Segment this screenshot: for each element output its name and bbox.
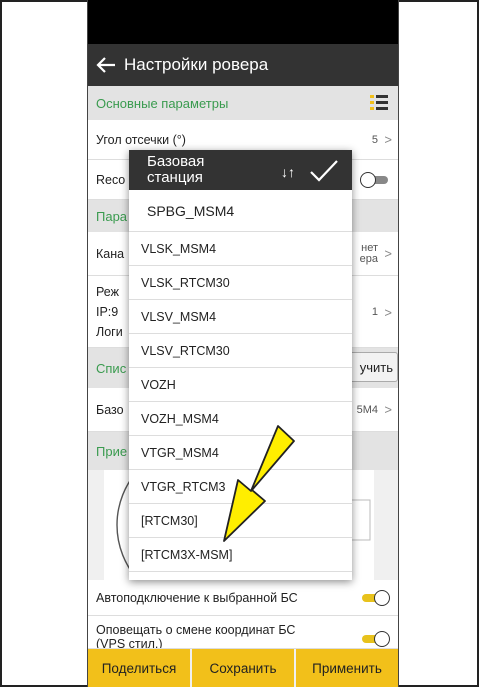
share-button[interactable]: Поделиться (88, 649, 190, 687)
bottom-action-bar: Поделиться Сохранить Применить (88, 649, 398, 687)
station-option[interactable]: [RTCM30] (129, 504, 352, 538)
section-main-label: Основные параметры (96, 95, 229, 111)
mode-label: Реж (96, 284, 119, 299)
channel-label: Кана (96, 246, 125, 261)
cutoff-angle-value: 5 (371, 133, 378, 146)
station-option[interactable]: VOZH_MSM4 (129, 402, 352, 436)
list-menu-icon[interactable] (370, 95, 388, 111)
save-button[interactable]: Сохранить (192, 649, 294, 687)
station-option[interactable]: VTGR_RTCM3 (129, 470, 352, 504)
chevron-right-icon: > (384, 305, 392, 320)
base-station-value: 5M4 (356, 403, 378, 416)
app-bar: Настройки ровера (88, 44, 398, 86)
station-option[interactable]: VLSV_RTCM30 (129, 334, 352, 368)
station-option[interactable]: [RTCM3X-MSM] (129, 538, 352, 572)
page-title: Настройки ровера (124, 55, 269, 74)
station-option[interactable]: VLSV_MSM4 (129, 300, 352, 334)
autoconnect-row[interactable]: Автоподключение к выбранной БС (88, 580, 398, 616)
autoconnect-toggle[interactable] (362, 589, 390, 606)
ip-label: IP:9 (96, 304, 119, 319)
station-option[interactable]: VOZH (129, 368, 352, 402)
chevron-right-icon: > (384, 132, 392, 147)
chevron-right-icon: > (384, 402, 392, 417)
station-option[interactable]: SPBG_MSM4 (129, 190, 352, 232)
notify-label: Оповещать о смене координат БС (96, 623, 296, 637)
section-receive-label: Прие (96, 443, 128, 459)
autoconnect-label: Автоподключение к выбранной БС (96, 590, 298, 605)
ip-value: 1 (371, 306, 378, 318)
base-station-dialog: Базовая станция ↓↑ SPBG_MSM4 VLSK_MSM4 VLS… (129, 150, 352, 580)
login-label: Логи (96, 324, 123, 339)
section-list-label: Спис (96, 360, 127, 376)
record-label: Reco (96, 172, 126, 187)
base-station-label: Базо (96, 402, 124, 417)
station-option[interactable]: VLSK_RTCM30 (129, 266, 352, 300)
back-arrow-icon[interactable] (88, 56, 124, 74)
dialog-header: Базовая станция ↓↑ (129, 150, 352, 190)
section-params-label: Пара (96, 208, 128, 224)
right-divider (398, 0, 399, 687)
sort-arrows-icon[interactable]: ↓↑ (281, 164, 295, 180)
apply-button[interactable]: Применить (296, 649, 398, 687)
status-bar (88, 0, 398, 44)
chevron-right-icon: > (384, 246, 392, 261)
cutoff-angle-label: Угол отсечки (°) (96, 132, 186, 147)
station-option[interactable]: VLSK_MSM4 (129, 232, 352, 266)
section-main-params: Основные параметры (88, 86, 398, 120)
phone-screen: Настройки ровера Основные параметры Угол… (88, 0, 398, 687)
record-toggle[interactable] (360, 171, 388, 188)
notify-sublabel: (VPS стил.) (96, 637, 163, 649)
notify-row[interactable]: Оповещать о смене координат БС (VPS стил… (88, 616, 398, 649)
station-option[interactable]: VTGR_MSM4 (129, 436, 352, 470)
channel-value: нет ера (359, 241, 378, 265)
notify-toggle[interactable] (362, 631, 390, 647)
get-list-button-label: учить (359, 359, 393, 375)
checkmark-icon[interactable] (309, 159, 339, 183)
dialog-title: Базовая станция (147, 153, 205, 186)
